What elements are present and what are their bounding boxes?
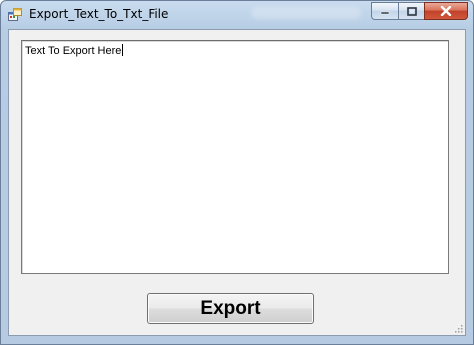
close-icon [440,6,452,16]
title-bar[interactable]: Export_Text_To_Txt_File [1,1,473,29]
window-title: Export_Text_To_Txt_File [29,7,169,21]
export-textbox[interactable]: Text To Export Here [21,40,449,274]
resize-grip-icon[interactable] [453,323,463,333]
maximize-button[interactable] [398,2,424,20]
close-button[interactable] [424,2,468,20]
textbox-value: Text To Export Here [25,44,124,57]
text-caret [122,44,124,56]
app-window: Export_Text_To_Txt_File Text To Export H… [0,0,474,345]
textbox-value-text: Text To Export Here [25,45,122,57]
export-button[interactable]: Export [147,293,314,324]
app-form-icon[interactable] [8,8,22,22]
title-bar-reflection [251,7,361,19]
minimize-button[interactable] [371,2,398,20]
restore-icon [406,6,417,16]
minimize-icon [380,11,390,15]
caption-buttons [371,2,468,20]
form-client-area: Text To Export Here Export [8,29,466,336]
